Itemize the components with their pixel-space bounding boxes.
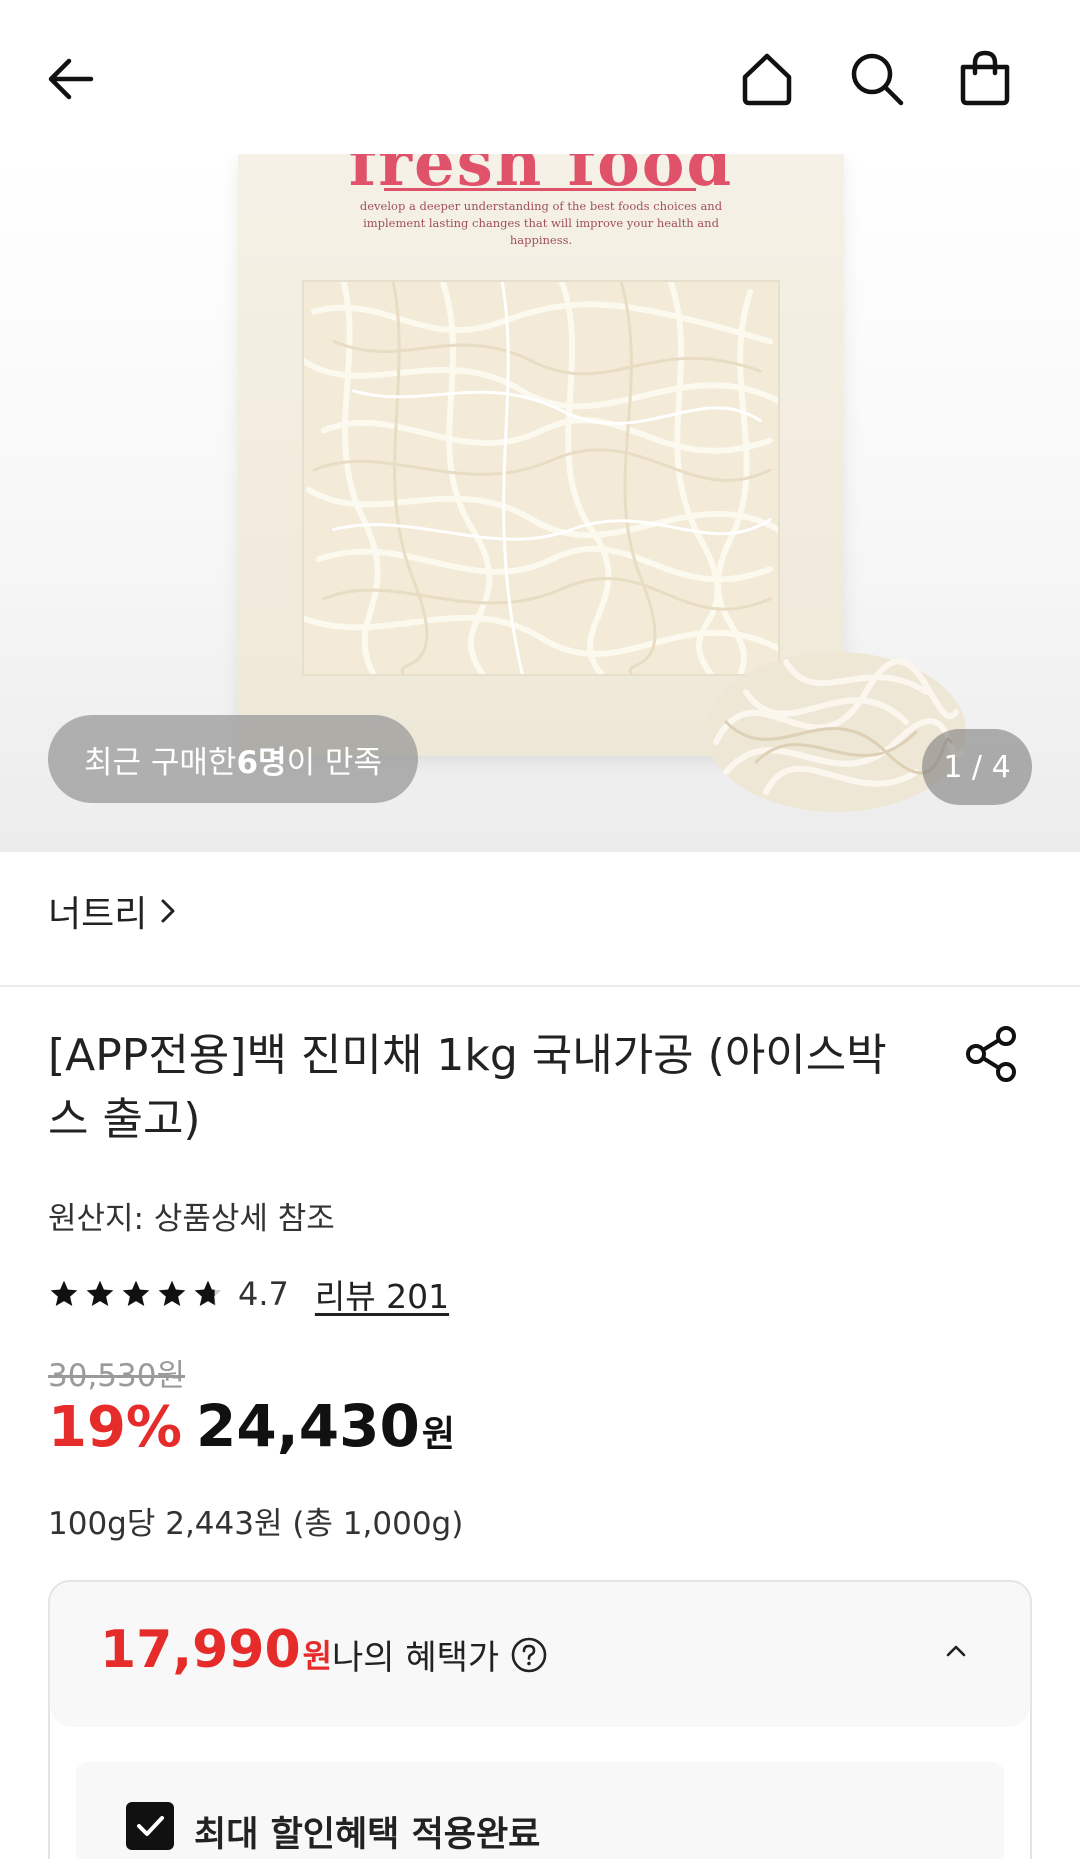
arrow-left-icon — [48, 58, 94, 100]
home-icon — [742, 53, 792, 106]
image-page-indicator: 1 / 4 — [922, 729, 1032, 805]
question-circle-icon[interactable] — [509, 1635, 549, 1675]
satisfaction-suffix: 이 만족 — [286, 744, 382, 781]
shopping-bag-icon — [960, 50, 1010, 106]
product-image-carousel[interactable]: fresh food develop a deeper understandin… — [0, 154, 1080, 852]
search-icon — [851, 53, 904, 106]
satisfaction-count: 6명 — [236, 744, 287, 781]
back-button[interactable] — [34, 42, 108, 116]
benefit-price-card: 17,990 원 나의 혜택가 최대 할인혜택 적용완료 — [48, 1580, 1032, 1859]
share-icon — [966, 1026, 1016, 1082]
seller-name: 너트리 — [48, 894, 148, 935]
applied-discount-label: 최대 할인혜택 적용완료 — [194, 1815, 541, 1855]
star-icon — [158, 1280, 186, 1306]
star-icon — [86, 1280, 114, 1306]
sale-price-unit: 원 — [421, 1414, 455, 1455]
benefit-label-group: 나의 혜택가 — [332, 1630, 549, 1679]
price-row: 19% 24,430 원 — [48, 1392, 455, 1460]
original-price: 30,530원 — [48, 1358, 185, 1394]
benefit-price-unit: 원 — [302, 1637, 333, 1675]
sale-price: 24,430 — [196, 1392, 420, 1460]
rating-stars — [48, 1278, 224, 1310]
seller-link[interactable]: 너트리 — [48, 885, 179, 937]
satisfaction-badge: 최근 구매한 6명 이 만족 — [48, 715, 418, 803]
star-icon — [50, 1280, 78, 1306]
benefit-label: 나의 혜택가 — [332, 1638, 500, 1678]
benefit-price: 17,990 원 — [100, 1620, 332, 1680]
check-icon — [137, 1816, 164, 1836]
rating-row: 4.7 리뷰 201 — [48, 1268, 449, 1320]
chevron-right-icon — [161, 899, 175, 923]
benefit-header[interactable]: 17,990 원 나의 혜택가 — [50, 1582, 1030, 1727]
search-button[interactable] — [840, 42, 914, 116]
product-title: [APP전용]백 진미채 1kg 국내가공 (아이스박스 출고) — [48, 1030, 887, 1145]
benefit-price-value: 17,990 — [100, 1620, 301, 1680]
discount-rate: 19% — [48, 1395, 183, 1460]
unit-price: 100g당 2,443원 (총 1,000g) — [48, 1506, 464, 1542]
share-button[interactable] — [960, 1022, 1024, 1086]
top-nav-bar — [0, 0, 1080, 154]
applied-discount-checkbox[interactable] — [126, 1802, 174, 1850]
satisfaction-prefix: 최근 구매한 — [84, 744, 237, 781]
package-brand-underline — [384, 188, 696, 191]
review-count-link[interactable]: 리뷰 201 — [315, 1270, 449, 1318]
rating-score: 4.7 — [238, 1275, 289, 1313]
cart-button[interactable] — [948, 42, 1022, 116]
chevron-up-icon[interactable] — [936, 1630, 976, 1670]
star-icon — [122, 1280, 150, 1306]
star-half-icon — [194, 1280, 222, 1306]
home-button[interactable] — [730, 42, 804, 116]
applied-discount-box: 최대 할인혜택 적용완료 — [76, 1762, 1004, 1859]
section-divider — [0, 985, 1080, 987]
product-origin: 원산지: 상품상세 참조 — [48, 1201, 335, 1237]
package-brand-text: fresh food — [348, 154, 734, 201]
package-tagline: develop a deeper understanding of the be… — [359, 199, 723, 247]
